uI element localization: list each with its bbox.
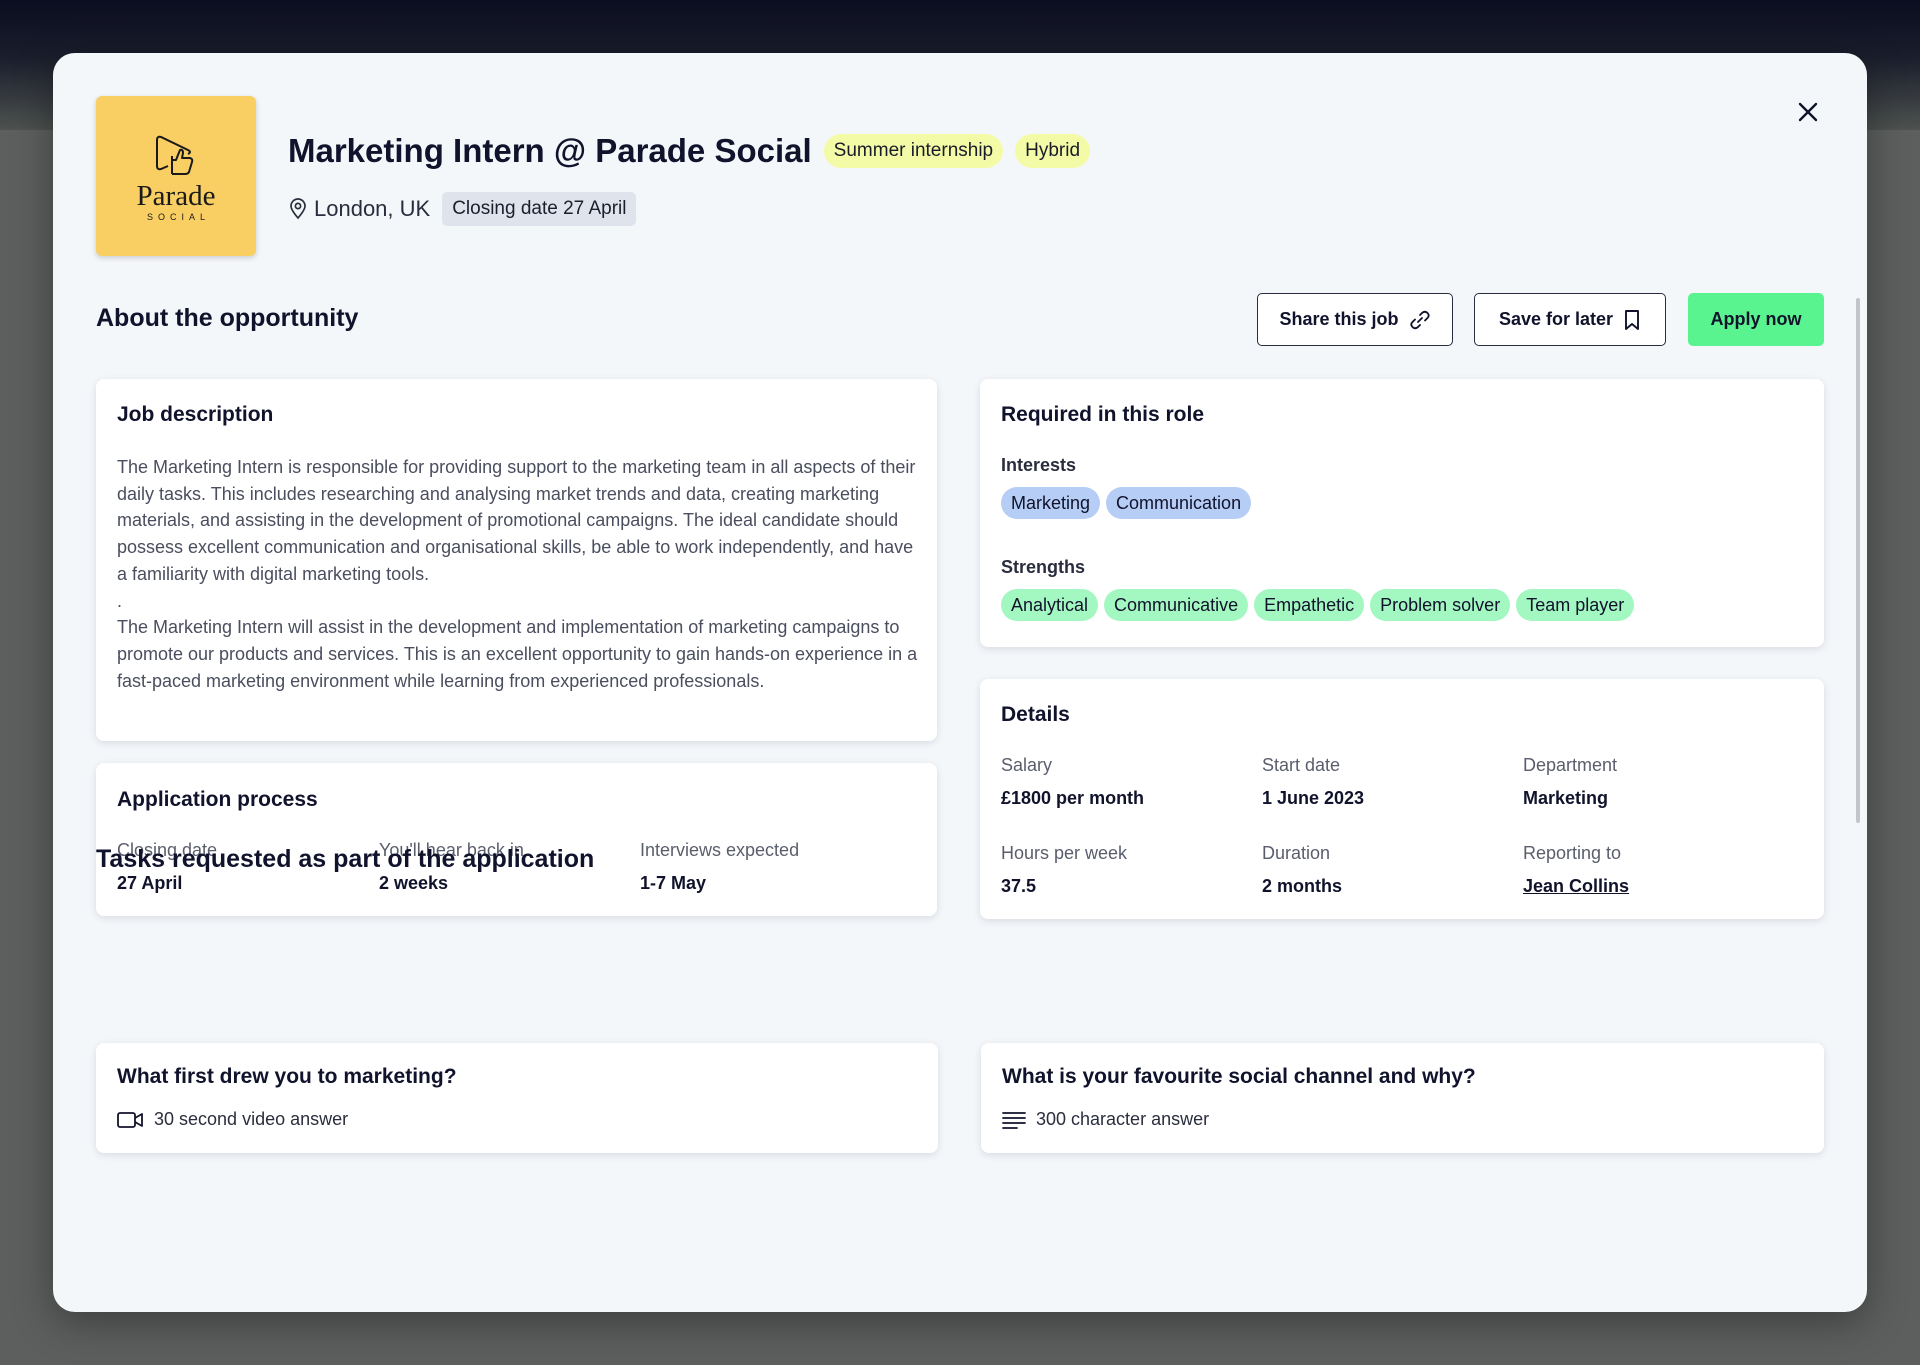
field-value: 27 April (117, 873, 183, 893)
detail-field: Start date 1 June 2023 (1262, 755, 1364, 809)
scrollbar[interactable] (1856, 298, 1860, 823)
company-logo: Parade SOCIAL (96, 96, 256, 256)
share-job-label: Share this job (1279, 309, 1399, 329)
tag-badge: Hybrid (1015, 134, 1091, 168)
job-detail-modal: Parade SOCIAL Marketing Intern @ Parade … (53, 53, 1867, 1312)
logo-wordmark: Parade (136, 180, 216, 212)
close-icon (1798, 102, 1818, 122)
field-label: Reporting to (1523, 843, 1622, 863)
task-title: What is your favourite social channel an… (1002, 1065, 1476, 1088)
field-label: Department (1523, 755, 1618, 775)
text-lines-icon (1002, 1111, 1026, 1129)
save-for-later-label: Save for later (1498, 309, 1614, 329)
description-paragraph: The Marketing Intern will assist in the … (117, 617, 918, 691)
field-label: Duration (1262, 843, 1331, 863)
task-title: What first drew you to marketing? (117, 1065, 457, 1088)
apply-now-button[interactable]: Apply now (1688, 293, 1824, 346)
card-title: Details (1001, 703, 1070, 726)
location: London, UK (288, 196, 430, 222)
share-job-button[interactable]: Share this job (1257, 293, 1453, 346)
job-description-card: Job description The Marketing Intern is … (96, 379, 937, 741)
job-description-text: The Marketing Intern is responsible for … (117, 454, 922, 694)
section-title-about: About the opportunity (96, 304, 359, 332)
card-title: Job description (117, 403, 274, 426)
detail-field: Duration 2 months (1262, 843, 1342, 897)
task-meta-text: 30 second video answer (154, 1109, 349, 1129)
field-value: 2 weeks (379, 873, 449, 893)
task-meta-text: 300 character answer (1036, 1109, 1210, 1129)
description-separator: . (117, 590, 123, 611)
detail-field: Hours per week 37.5 (1001, 843, 1127, 897)
strength-chip: Empathetic (1254, 589, 1365, 621)
reporting-to-link[interactable]: Jean Collins (1523, 876, 1629, 897)
strengths-label: Strengths (1001, 557, 1086, 577)
strength-chip: Team player (1516, 589, 1635, 621)
description-paragraph: The Marketing Intern is responsible for … (117, 457, 916, 584)
task-card[interactable]: What first drew you to marketing? 30 sec… (96, 1043, 938, 1153)
card-title: Required in this role (1001, 403, 1205, 426)
logo-subtitle: SOCIAL (146, 212, 210, 222)
detail-field: Department Marketing (1523, 755, 1617, 809)
map-pin-icon (290, 198, 306, 220)
strength-chip: Communicative (1104, 589, 1249, 621)
field-label: Salary (1001, 755, 1053, 775)
field-label: Hours per week (1001, 843, 1128, 863)
meta-row: London, UK Closing date 27 April (288, 191, 637, 227)
field-label: Interviews expected (640, 840, 800, 860)
interests-label: Interests (1001, 455, 1077, 475)
strengths-chips: Analytical Communicative Empathetic Prob… (1001, 589, 1640, 621)
required-role-card: Required in this role Interests Marketin… (980, 379, 1824, 647)
link-icon (1409, 310, 1430, 329)
closing-date-badge: Closing date 27 April (442, 192, 637, 226)
details-card: Details Salary £1800 per month Start dat… (980, 679, 1824, 919)
section-title-tasks: Tasks requested as part of the applicati… (96, 845, 595, 873)
title-row: Marketing Intern @ Parade Social Summer … (288, 129, 1102, 173)
field-value: £1800 per month (1001, 788, 1145, 808)
close-button[interactable] (1788, 92, 1828, 132)
interests-chips: Marketing Communication (1001, 487, 1257, 519)
task-meta: 30 second video answer (117, 1109, 348, 1130)
bookmark-icon (1625, 309, 1639, 330)
thumbs-up-play-icon (156, 135, 194, 175)
task-card[interactable]: What is your favourite social channel an… (981, 1043, 1824, 1153)
location-text: London, UK (314, 196, 431, 221)
video-icon (117, 1111, 143, 1128)
tag-badge: Summer internship (823, 134, 1004, 168)
task-meta: 300 character answer (1002, 1109, 1209, 1130)
strength-chip: Problem solver (1370, 589, 1511, 621)
field-value: Marketing (1523, 788, 1609, 808)
field-value: 2 months (1262, 876, 1343, 896)
field-label: Start date (1262, 755, 1341, 775)
card-title: Application process (117, 788, 318, 811)
strength-chip: Analytical (1001, 589, 1099, 621)
field-value: 1-7 May (640, 873, 707, 893)
interest-chip: Communication (1106, 487, 1252, 519)
field-value: 1 June 2023 (1262, 788, 1365, 808)
application-process-card: Application process Closing date 27 Apri… (96, 763, 937, 916)
save-for-later-button[interactable]: Save for later (1474, 293, 1666, 346)
detail-field: Interviews expected 1-7 May (640, 840, 799, 894)
interest-chip: Marketing (1001, 487, 1101, 519)
detail-field: Salary £1800 per month (1001, 755, 1144, 809)
detail-field: Reporting to Jean Collins (1523, 843, 1629, 897)
job-title: Marketing Intern @ Parade Social (288, 132, 812, 169)
apply-now-label: Apply now (1710, 309, 1802, 329)
field-value: 37.5 (1001, 876, 1037, 896)
